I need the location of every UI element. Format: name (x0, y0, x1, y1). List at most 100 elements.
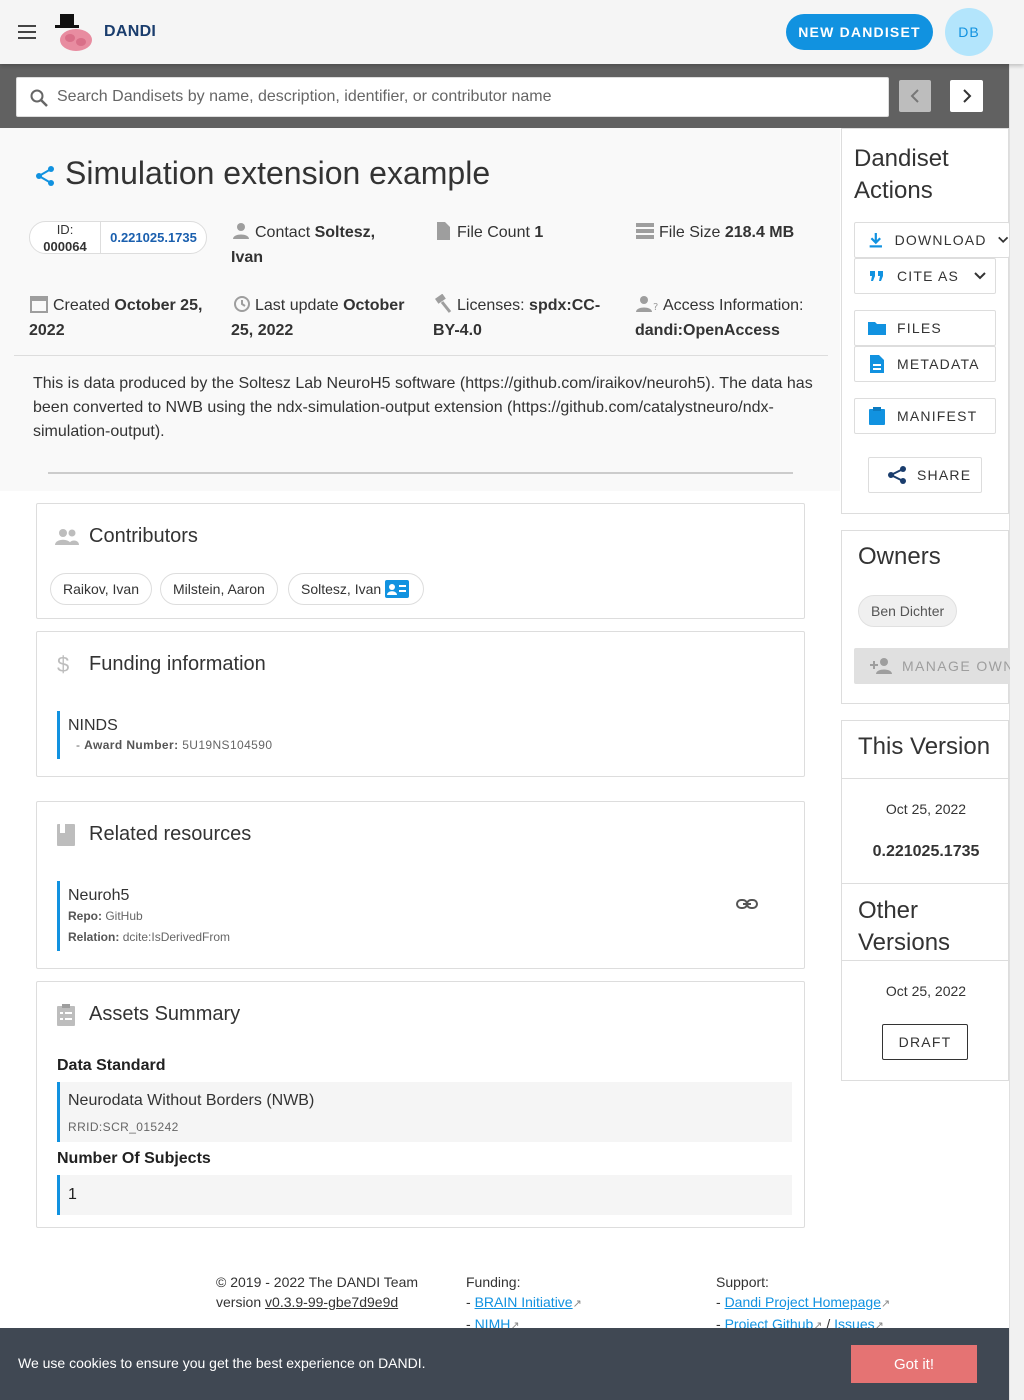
funding-link-row: - BRAIN Initiative↗ (466, 1294, 582, 1310)
divider (842, 778, 1010, 779)
new-dandiset-button[interactable]: NEW DANDISET (786, 14, 933, 50)
chevron-down-icon (974, 272, 986, 280)
resource-name: Neuroh5 (68, 887, 130, 904)
user-avatar[interactable]: DB (945, 8, 993, 56)
manifest-label: MANIFEST (897, 408, 978, 424)
search-field[interactable] (16, 77, 889, 117)
version-link[interactable]: v0.3.9-99-gbe7d9e9d (265, 1294, 398, 1310)
this-version-date: Oct 25, 2022 (885, 801, 967, 817)
manage-owners-button[interactable]: MANAGE OWN (854, 648, 1010, 684)
relation-label: Relation: (68, 930, 120, 944)
cite-as-label: CITE AS (897, 268, 960, 284)
contact-label: Contact (255, 224, 311, 241)
draft-version-button[interactable]: DRAFT (882, 1024, 968, 1060)
funding-item: NINDS - Award Number: 5U19NS104590 (57, 711, 357, 759)
download-icon (869, 232, 882, 248)
other-versions-title-line: Other (858, 897, 919, 924)
dandi-logo-icon[interactable] (52, 10, 96, 54)
search-icon (30, 89, 48, 107)
link-icon[interactable] (736, 896, 758, 912)
dandiset-actions-card: Dandiset Actions DOWNLOAD CITE AS FILES … (841, 128, 1010, 514)
book-icon (57, 824, 75, 846)
chevron-right-icon (963, 89, 972, 103)
funder-name: NINDS (68, 717, 118, 734)
related-item: Neuroh5 Repo: GitHub Relation: dcite:IsD… (57, 881, 357, 951)
access-value: dandi:OpenAccess (635, 322, 780, 339)
other-versions-title-line: Versions (858, 929, 951, 956)
related-title: Related resources (89, 823, 252, 845)
download-button[interactable]: DOWNLOAD (854, 222, 1010, 258)
share-icon (888, 466, 906, 484)
share-icon[interactable] (34, 165, 56, 187)
support-link-row: - Dandi Project Homepage↗ (716, 1294, 891, 1310)
dandiset-id: ID: 000064 (30, 221, 100, 255)
subjects-value: 1 (57, 1175, 792, 1215)
scrollbar[interactable] (1009, 64, 1024, 1400)
brand-name[interactable]: DANDI (104, 23, 156, 41)
cite-as-button[interactable]: CITE AS (854, 258, 996, 294)
actions-title-line: Dandiset (854, 145, 949, 172)
other-versions-title: Other Versions (858, 895, 950, 959)
contributors-card: Contributors Raikov, Ivan Milstein, Aaro… (36, 503, 805, 619)
share-button[interactable]: SHARE (868, 457, 982, 493)
award-label: Award Number: (84, 738, 179, 752)
file-count-info: File Count 1 (433, 220, 613, 245)
copyright: © 2019 - 2022 The DANDI Team (216, 1274, 419, 1290)
file-size-label: File Size (659, 224, 721, 241)
this-version-number[interactable]: 0.221025.1735 (842, 843, 1010, 861)
prev-page-button[interactable] (899, 80, 931, 112)
contact-info: Contact Soltesz, Ivan (231, 220, 401, 270)
file-icon (437, 222, 450, 240)
app-bar: DANDI NEW DANDISET DB (0, 0, 1024, 64)
contributors-title: Contributors (89, 525, 198, 547)
funding-label: Funding: (466, 1274, 521, 1290)
file-size-info: File Size 218.4 MB (635, 220, 815, 245)
svg-text:?: ? (653, 302, 658, 313)
menu-icon[interactable] (16, 20, 40, 44)
contributor-chip[interactable]: Raikov, Ivan (50, 573, 152, 605)
contributor-name: Soltesz, Ivan (301, 581, 382, 597)
access-info: ? Access Information: dandi:OpenAccess (635, 293, 815, 343)
version-label: version (216, 1294, 262, 1310)
document-icon (870, 355, 884, 373)
related-resources-card: Related resources Neuroh5 Repo: GitHub R… (36, 801, 805, 969)
footer-support: Support: - Dandi Project Homepage↗ - Pro… (716, 1272, 890, 1336)
licenses-label: Licenses: (457, 297, 525, 314)
assets-summary-card: Assets Summary Data Standard Neurodata W… (36, 981, 805, 1228)
relation-value: dcite:IsDerivedFrom (122, 930, 231, 944)
footer-version: version v0.3.9-99-gbe7d9e9d (216, 1292, 418, 1312)
search-input[interactable] (57, 78, 877, 116)
manifest-button[interactable]: MANIFEST (854, 398, 996, 434)
contributor-chip[interactable]: Soltesz, Ivan (288, 573, 424, 605)
file-count-label: File Count (457, 224, 530, 241)
metadata-label: METADATA (897, 356, 980, 372)
licenses-info: Licenses: spdx:CC-BY-4.0 (433, 293, 613, 343)
cookie-banner: We use cookies to ensure you get the bes… (0, 1328, 1009, 1400)
files-button[interactable]: FILES (854, 310, 996, 346)
actions-title: Dandiset Actions (854, 143, 949, 207)
owner-chip[interactable]: Ben Dichter (858, 595, 958, 627)
add-person-icon (870, 658, 892, 674)
id-version-chip[interactable]: ID: 000064 0.221025.1735 (29, 221, 207, 254)
clipboard-icon (869, 407, 885, 425)
contributor-chip[interactable]: Milstein, Aaron (160, 573, 278, 605)
data-standard-label: Data Standard (57, 1057, 166, 1074)
repo-label: Repo: (68, 909, 102, 923)
dandiset-description: This is data produced by the Soltesz Lab… (33, 375, 813, 440)
next-page-button[interactable] (950, 80, 983, 112)
brain-initiative-link[interactable]: BRAIN Initiative (475, 1294, 573, 1310)
cookie-accept-button[interactable]: Got it! (851, 1345, 977, 1383)
divider (842, 960, 1010, 961)
person-question-icon: ? (636, 296, 658, 313)
assets-title: Assets Summary (89, 1003, 241, 1025)
chevron-down-icon (997, 236, 1008, 244)
id-value: 000064 (43, 239, 87, 254)
metadata-button[interactable]: METADATA (854, 346, 996, 382)
quote-icon (870, 271, 883, 281)
version-value: 0.221025.1735 (100, 222, 206, 253)
file-count-value: 1 (534, 224, 544, 241)
history-icon (234, 296, 250, 312)
divider (48, 472, 793, 474)
contact-card-icon (385, 580, 410, 598)
homepage-link[interactable]: Dandi Project Homepage (725, 1294, 881, 1310)
